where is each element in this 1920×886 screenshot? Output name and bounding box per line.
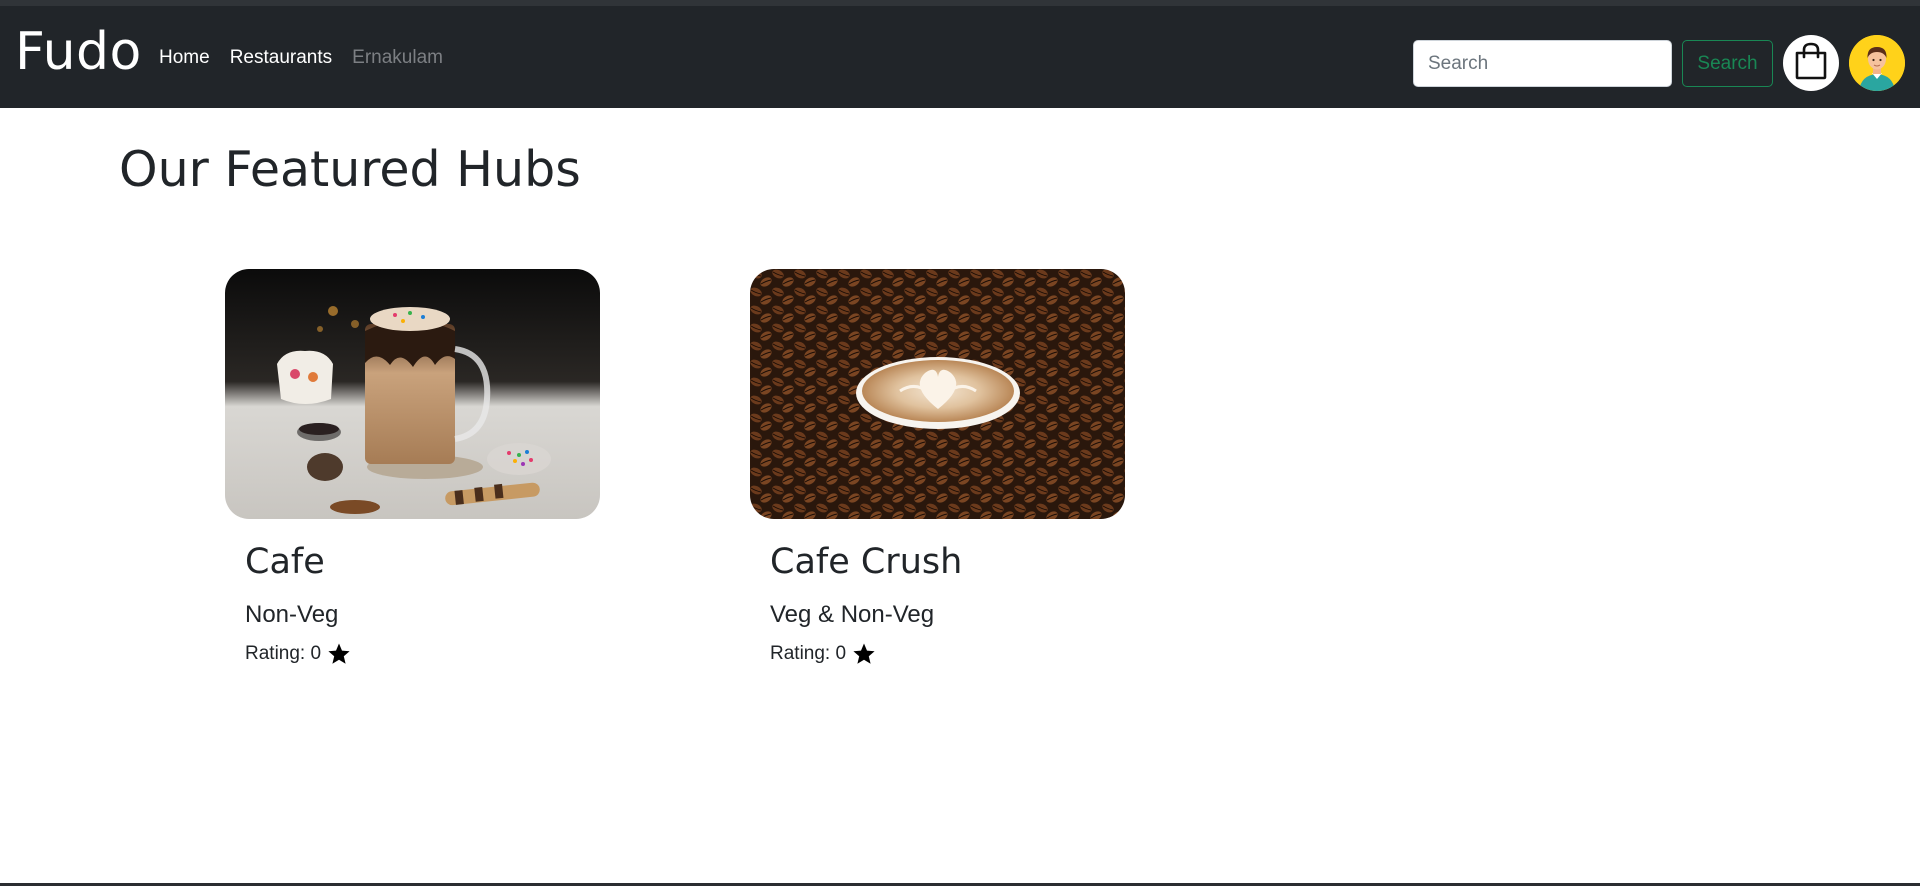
hub-rating: Rating: 0 bbox=[245, 642, 600, 666]
star-icon bbox=[327, 642, 351, 666]
hub-card-body: Cafe Crush Veg & Non-Veg Rating: 0 bbox=[750, 541, 1125, 666]
page-title: Our Featured Hubs bbox=[119, 141, 581, 198]
hub-card[interactable]: Cafe Non-Veg Rating: 0 bbox=[225, 269, 600, 666]
hub-rating: Rating: 0 bbox=[770, 642, 1125, 666]
hub-name[interactable]: Cafe Crush bbox=[770, 541, 1125, 583]
star-icon bbox=[852, 642, 876, 666]
user-avatar-icon bbox=[1849, 35, 1905, 91]
hub-rating-label: Rating: 0 bbox=[245, 642, 322, 664]
hub-image-latte[interactable] bbox=[750, 269, 1125, 519]
navbar: Fudo Home Restaurants Ernakulam Search bbox=[0, 6, 1920, 108]
brand-logo[interactable]: Fudo bbox=[15, 26, 142, 78]
hub-rating-label: Rating: 0 bbox=[770, 642, 847, 664]
avatar[interactable] bbox=[1849, 35, 1905, 91]
search-button[interactable]: Search bbox=[1682, 40, 1773, 87]
hub-card[interactable]: Cafe Crush Veg & Non-Veg Rating: 0 bbox=[750, 269, 1125, 666]
nav-link-location[interactable]: Ernakulam bbox=[352, 48, 443, 67]
hub-image-milkshake[interactable] bbox=[225, 269, 600, 519]
nav-links: Home Restaurants Ernakulam bbox=[159, 48, 463, 67]
hub-category: Veg & Non-Veg bbox=[770, 601, 935, 628]
search-input[interactable] bbox=[1413, 40, 1672, 87]
nav-link-restaurants[interactable]: Restaurants bbox=[230, 48, 332, 67]
search-form: Search bbox=[1413, 40, 1773, 87]
nav-link-home[interactable]: Home bbox=[159, 48, 210, 67]
shopping-bag-icon bbox=[1793, 42, 1829, 85]
hub-name[interactable]: Cafe bbox=[245, 541, 600, 583]
hub-category: Non-Veg bbox=[245, 601, 339, 628]
cart-button[interactable] bbox=[1783, 35, 1839, 91]
hub-card-body: Cafe Non-Veg Rating: 0 bbox=[225, 541, 600, 666]
